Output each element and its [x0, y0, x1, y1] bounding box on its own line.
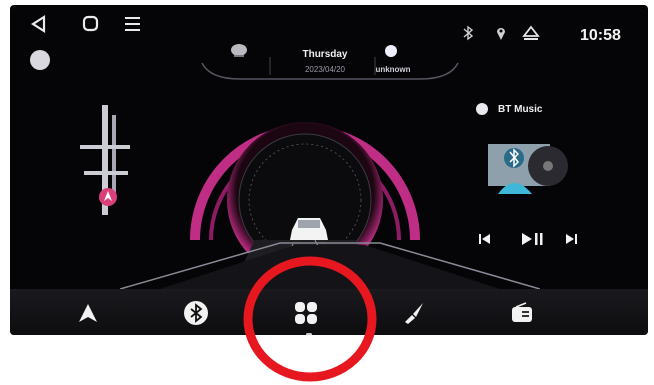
home-icon[interactable] [80, 13, 102, 35]
eject-icon[interactable] [522, 25, 540, 41]
weather-location: unknown [375, 65, 411, 74]
next-icon[interactable] [562, 230, 580, 248]
location-dot-icon [385, 45, 397, 57]
bt-music-bluetooth-icon [476, 103, 488, 115]
previous-icon[interactable] [476, 230, 494, 248]
dock-radio-button[interactable] [504, 295, 540, 331]
dock-brush-button[interactable] [396, 295, 432, 331]
navigation-icon [79, 304, 97, 322]
bluetooth-icon [184, 301, 208, 325]
location-pin-icon [497, 28, 505, 40]
weather-cloud-icon [228, 41, 250, 59]
album-art[interactable] [480, 130, 580, 200]
bluetooth-icon [463, 25, 474, 41]
brush-icon [405, 303, 423, 324]
dock-bluetooth-button[interactable] [178, 295, 214, 331]
back-icon[interactable] [28, 13, 50, 35]
radio-icon [512, 302, 532, 322]
profile-dot[interactable] [30, 50, 50, 70]
weather-date: 2023/04/20 [304, 65, 346, 74]
clock: 10:58 [580, 27, 621, 44]
menu-icon[interactable] [122, 13, 144, 35]
annotation-circle [243, 256, 377, 382]
dock-navigation-button[interactable] [70, 295, 106, 331]
mini-map[interactable] [72, 105, 142, 225]
weather-day: Thursday [302, 49, 348, 60]
play-pause-icon[interactable] [520, 230, 544, 248]
music-title[interactable]: BT Music [498, 104, 542, 115]
